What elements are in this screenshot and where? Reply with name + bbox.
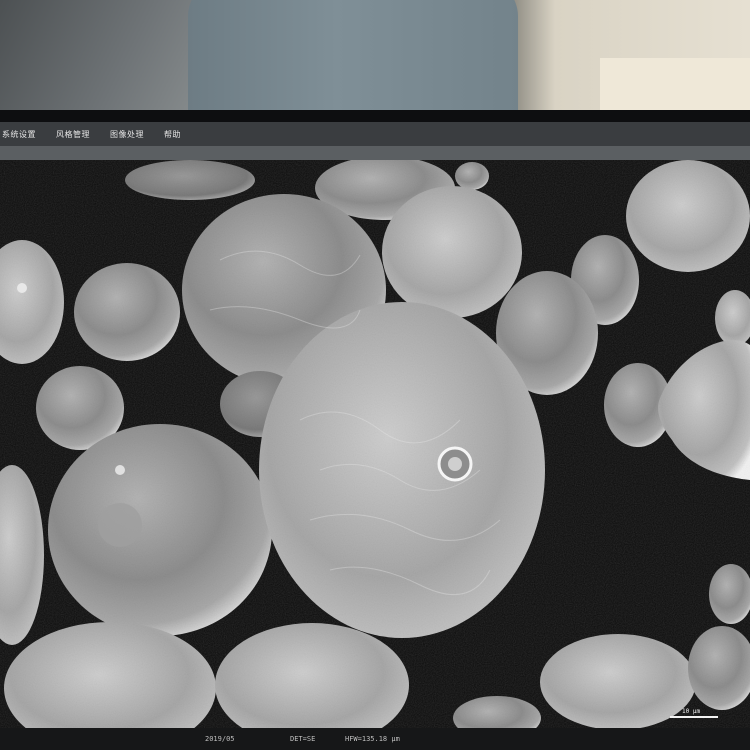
background-room bbox=[0, 0, 750, 118]
scale-bar-line bbox=[670, 716, 718, 718]
toolbar-strip bbox=[0, 146, 750, 160]
particle bbox=[74, 263, 180, 361]
menu-item-style-management[interactable]: 风格管理 bbox=[56, 129, 90, 140]
menu-item-image-processing[interactable]: 图像处理 bbox=[110, 129, 144, 140]
menu-item-system-settings[interactable]: 系统设置 bbox=[2, 129, 36, 140]
particle bbox=[382, 186, 522, 318]
sem-micrograph bbox=[0, 160, 750, 728]
surface-pit bbox=[448, 457, 462, 471]
particle bbox=[455, 162, 489, 190]
particle bbox=[259, 302, 545, 638]
monitor-bezel bbox=[0, 110, 750, 122]
person-shirt bbox=[188, 0, 518, 118]
scale-bar: 10 μm bbox=[670, 708, 718, 720]
status-date: 2019/05 bbox=[205, 735, 235, 743]
surface-bump bbox=[115, 465, 125, 475]
sem-image-view bbox=[0, 160, 750, 728]
status-detector: DET=SE bbox=[290, 735, 316, 743]
particle bbox=[125, 160, 255, 200]
photo-of-monitor: 系统设置 风格管理 图像处理 帮助 10 μm 2019/05 DET=SE H… bbox=[0, 0, 750, 750]
menu-bar: 系统设置 风格管理 图像处理 帮助 bbox=[0, 122, 750, 146]
menu-item-help[interactable]: 帮助 bbox=[164, 129, 181, 140]
particle bbox=[626, 160, 750, 272]
particle bbox=[48, 424, 272, 636]
surface-bump bbox=[17, 283, 27, 293]
status-hfw: HFW=135.18 μm bbox=[345, 735, 400, 743]
surface-bump bbox=[98, 503, 142, 547]
scale-bar-label: 10 μm bbox=[682, 708, 701, 715]
wall-panel bbox=[600, 58, 750, 118]
